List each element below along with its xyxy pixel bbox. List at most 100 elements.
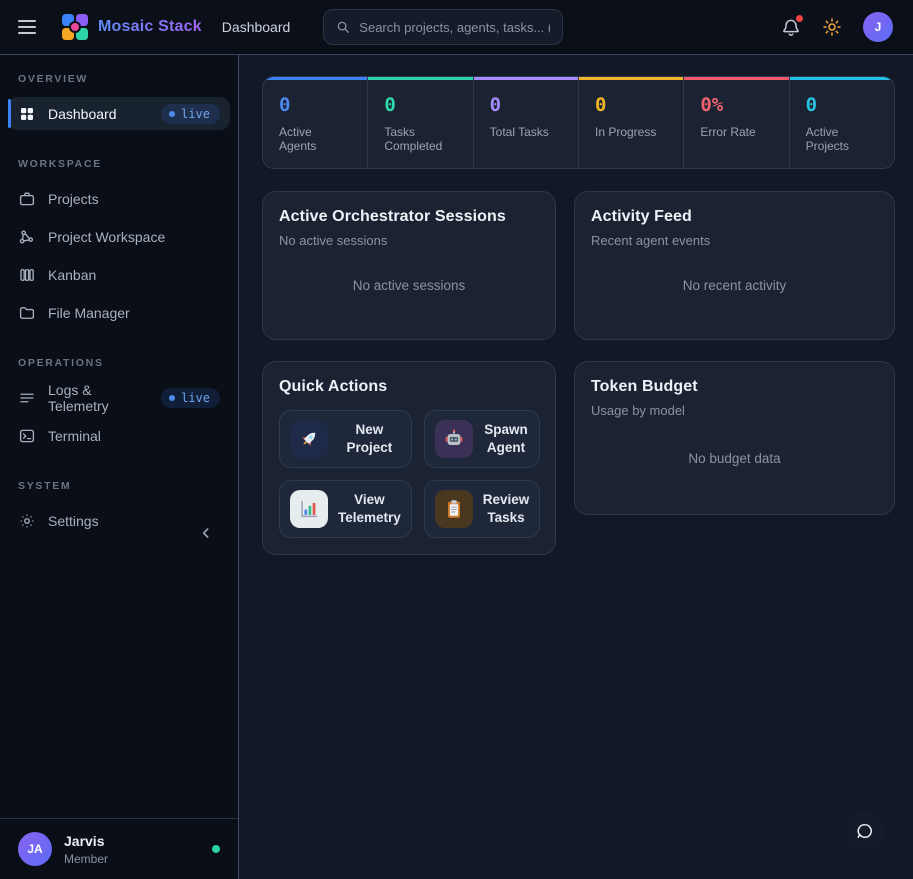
sidebar-section-workspace: WORKSPACE Projects Project Workspace [8, 158, 230, 329]
section-label: SYSTEM [18, 480, 230, 492]
robot-icon [435, 420, 473, 458]
user-card[interactable]: JA Jarvis Member [0, 818, 238, 879]
sidebar: OVERVIEW Dashboard live WORKSPACE [0, 55, 239, 879]
list-icon [18, 389, 36, 407]
sidebar-item-label: Projects [48, 191, 99, 207]
stat-total-tasks: 0 Total Tasks [473, 77, 578, 168]
sidebar-collapse-button[interactable] [198, 525, 214, 541]
chat-fab-button[interactable] [845, 811, 885, 851]
notifications-button[interactable] [781, 17, 801, 37]
sidebar-section-operations: OPERATIONS Logs & Telemetry live [8, 357, 230, 452]
stat-value: 0 [806, 94, 878, 116]
stat-active-agents: 0 Active Agents [263, 77, 367, 168]
notification-dot [796, 15, 803, 22]
activity-feed-card: Activity Feed Recent agent events No rec… [574, 191, 895, 340]
sidebar-item-project-workspace[interactable]: Project Workspace [8, 220, 230, 253]
stat-accent [263, 77, 367, 80]
search-icon [336, 20, 350, 34]
main-content: 0 Active Agents 0 Tasks Completed 0 Tota… [239, 55, 913, 879]
app-window: Mosaic Stack Dashboard J OVERVIEW [0, 0, 913, 879]
user-role: Member [64, 852, 108, 866]
sidebar-item-label: File Manager [48, 305, 130, 321]
brand[interactable]: Mosaic Stack [62, 14, 202, 40]
sun-icon [822, 17, 842, 37]
chevron-left-icon [198, 525, 214, 541]
stat-value: 0 [490, 94, 562, 116]
sidebar-item-settings[interactable]: Settings [8, 504, 230, 537]
live-badge-label: live [181, 107, 210, 121]
stat-label: Active Agents [279, 125, 351, 153]
sidebar-item-projects[interactable]: Projects [8, 182, 230, 215]
stat-error-rate: 0% Error Rate [683, 77, 788, 168]
review-tasks-button[interactable]: Review Tasks [424, 480, 541, 538]
sidebar-item-dashboard[interactable]: Dashboard live [8, 97, 230, 130]
card-title: Token Budget [591, 378, 878, 396]
new-project-button[interactable]: New Project [279, 410, 412, 468]
live-badge: live [161, 104, 220, 124]
stat-value: 0 [595, 94, 667, 116]
empty-state: No budget data [688, 441, 780, 476]
quick-action-label: Review Tasks [483, 491, 530, 527]
chat-bubble-icon [855, 821, 875, 841]
active-sessions-card: Active Orchestrator Sessions No active s… [262, 191, 556, 340]
quick-action-label: Spawn Agent [483, 421, 530, 457]
breadcrumb: Dashboard [222, 19, 291, 35]
stat-label: In Progress [595, 125, 667, 139]
stat-accent [579, 77, 683, 80]
sidebar-item-label: Kanban [48, 267, 96, 283]
search-input[interactable] [359, 20, 550, 35]
user-avatar: JA [18, 832, 52, 866]
mosaic-logo-icon [62, 14, 88, 40]
stat-accent [474, 77, 578, 80]
sidebar-item-terminal[interactable]: Terminal [8, 419, 230, 452]
sidebar-item-file-manager[interactable]: File Manager [8, 296, 230, 329]
briefcase-icon [18, 190, 36, 208]
stat-accent [368, 77, 472, 80]
stat-in-progress: 0 In Progress [578, 77, 683, 168]
card-subtitle: Recent agent events [591, 233, 878, 248]
section-label: OVERVIEW [18, 73, 230, 85]
stat-value: 0% [700, 94, 772, 116]
view-telemetry-button[interactable]: View Telemetry [279, 480, 412, 538]
sidebar-item-label: Project Workspace [48, 229, 165, 245]
folder-icon [18, 304, 36, 322]
quick-action-label: View Telemetry [338, 491, 401, 527]
empty-state: No active sessions [353, 268, 466, 303]
theme-toggle-button[interactable] [822, 17, 842, 37]
stat-label: Tasks Completed [384, 125, 456, 153]
clipboard-icon [435, 490, 473, 528]
kanban-icon [18, 266, 36, 284]
token-budget-card: Token Budget Usage by model No budget da… [574, 361, 895, 515]
section-label: WORKSPACE [18, 158, 230, 170]
stat-accent [790, 77, 894, 80]
stat-label: Active Projects [806, 125, 878, 153]
sidebar-nav: OVERVIEW Dashboard live WORKSPACE [0, 55, 238, 818]
live-badge-label: live [181, 391, 210, 405]
live-badge: live [161, 388, 220, 408]
spawn-agent-button[interactable]: Spawn Agent [424, 410, 541, 468]
topbar-actions: J [781, 12, 893, 42]
stat-active-projects: 0 Active Projects [789, 77, 894, 168]
sidebar-section-overview: OVERVIEW Dashboard live [8, 73, 230, 130]
sidebar-item-label: Logs & Telemetry [48, 382, 149, 414]
network-icon [18, 228, 36, 246]
quick-actions-grid: New Project Spawn Agent Vi [279, 410, 539, 538]
top-bar: Mosaic Stack Dashboard J [0, 0, 913, 55]
quick-actions-card: Quick Actions New Project Sp [262, 361, 556, 555]
bar-chart-icon [290, 490, 328, 528]
rocket-icon [290, 420, 328, 458]
hamburger-menu-icon[interactable] [18, 20, 40, 34]
section-label: OPERATIONS [18, 357, 230, 369]
search-box[interactable] [323, 9, 563, 45]
card-subtitle: No active sessions [279, 233, 539, 248]
card-title: Active Orchestrator Sessions [279, 208, 539, 226]
empty-state: No recent activity [683, 268, 787, 303]
stat-value: 0 [279, 94, 351, 116]
grid-icon [18, 105, 36, 123]
user-avatar-button[interactable]: J [863, 12, 893, 42]
sidebar-item-logs-telemetry[interactable]: Logs & Telemetry live [8, 381, 230, 414]
stat-label: Error Rate [700, 125, 772, 139]
sidebar-item-kanban[interactable]: Kanban [8, 258, 230, 291]
live-dot-icon [169, 395, 175, 401]
gear-icon [18, 512, 36, 530]
